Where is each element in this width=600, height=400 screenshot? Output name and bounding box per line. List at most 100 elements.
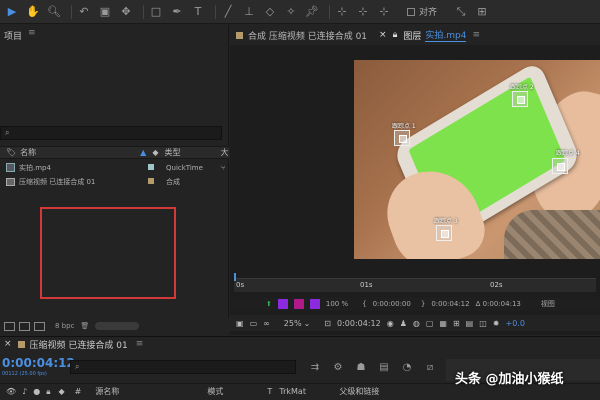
- project-search-input[interactable]: ⌕: [0, 126, 222, 140]
- monitor-icon[interactable]: ▭: [250, 319, 258, 328]
- region-icon[interactable]: ▢: [426, 319, 434, 328]
- column-parent[interactable]: 父级和链接: [339, 386, 379, 397]
- snap-checkbox[interactable]: 对齐: [407, 5, 437, 18]
- thumbnail-slider[interactable]: [95, 322, 140, 330]
- sort-arrow-icon[interactable]: ▲: [140, 148, 146, 157]
- layer-time-ruler[interactable]: 0s 01s 02s: [234, 273, 596, 292]
- comp-flow-icon[interactable]: ⇉: [308, 360, 322, 374]
- shy-icon[interactable]: ☗: [354, 360, 368, 374]
- purple-marker[interactable]: [309, 299, 320, 309]
- playhead[interactable]: [234, 273, 236, 281]
- current-time-display[interactable]: 0:00:04:12: [337, 319, 381, 328]
- mask-icon[interactable]: ▤: [466, 319, 474, 328]
- chevron-down-icon[interactable]: ⌄: [304, 319, 311, 328]
- local-axis-icon[interactable]: ⊹: [334, 4, 350, 20]
- interpret-footage-icon[interactable]: [4, 321, 15, 331]
- selection-tool-icon[interactable]: ▶: [4, 4, 20, 20]
- view-axis-icon[interactable]: ⊹: [376, 4, 392, 20]
- view-label[interactable]: 视图: [541, 299, 555, 309]
- 3d-icon[interactable]: ◫: [479, 319, 487, 328]
- list-item[interactable]: 实拍.mp4 QuickTime ⑂: [0, 161, 229, 174]
- label-swatch: [148, 164, 154, 170]
- panel-menu-icon[interactable]: ≡: [28, 28, 36, 38]
- panel-menu-icon[interactable]: ≡: [472, 30, 480, 40]
- track-point-2[interactable]: [512, 91, 528, 107]
- out-point-icon[interactable]: }: [421, 300, 425, 308]
- roto-brush-tool-icon[interactable]: ✧: [283, 4, 299, 20]
- track-point-4[interactable]: [552, 158, 568, 174]
- guides-icon[interactable]: ⊞: [453, 319, 460, 328]
- ruler-tick: 02s: [490, 281, 503, 289]
- magenta-marker[interactable]: [293, 299, 304, 309]
- footage-preview[interactable]: 跟踪点 1 跟踪点 2 跟踪点 3 跟踪点 4: [354, 60, 600, 259]
- in-point-icon[interactable]: ⬆: [266, 300, 272, 308]
- transparency-grid-icon[interactable]: ▦: [439, 319, 447, 328]
- draft-3d-icon[interactable]: ⚙: [331, 360, 345, 374]
- motion-blur-icon[interactable]: ◔: [400, 360, 414, 374]
- zoom-tool-icon[interactable]: 🔍︎: [46, 4, 62, 20]
- frame-blend-icon[interactable]: ▤: [377, 360, 391, 374]
- camera-tool-icon[interactable]: ▣: [97, 4, 113, 20]
- out-time[interactable]: 0:00:04:12: [431, 300, 469, 308]
- snap-features-icon[interactable]: ⊞: [474, 4, 490, 20]
- pen-tool-icon[interactable]: ✒: [169, 4, 185, 20]
- tag-icon: ◆: [152, 148, 159, 157]
- project-panel-title[interactable]: 项目: [4, 29, 22, 42]
- panel-menu-icon[interactable]: ≡: [136, 339, 144, 349]
- column-mode[interactable]: 模式: [207, 386, 267, 397]
- track-point-3[interactable]: [436, 225, 452, 241]
- in-time[interactable]: 0:00:00:00: [373, 300, 411, 308]
- close-icon[interactable]: ×: [379, 30, 387, 40]
- snap-edges-icon[interactable]: ⤡: [453, 4, 469, 20]
- eraser-tool-icon[interactable]: ◇: [262, 4, 278, 20]
- tab-layer[interactable]: × 🔒︎ 图层 实拍.mp4 ≡: [373, 25, 486, 45]
- clone-stamp-tool-icon[interactable]: ⊥: [241, 4, 257, 20]
- timeline-search-input[interactable]: ⌕: [70, 360, 296, 374]
- flowchart-icon[interactable]: ⑂: [221, 164, 225, 172]
- purple-marker[interactable]: [277, 299, 288, 309]
- rotate-tool-icon[interactable]: ↶: [76, 4, 92, 20]
- pan-behind-tool-icon[interactable]: ✥: [118, 4, 134, 20]
- list-item[interactable]: 压缩视频 已连接合成 01 合成: [0, 175, 229, 188]
- column-trkmat[interactable]: TrkMat: [279, 387, 339, 396]
- close-icon[interactable]: ×: [4, 339, 12, 349]
- trash-icon[interactable]: 🗑︎: [80, 322, 89, 330]
- lock-icon[interactable]: 🔒︎: [393, 30, 398, 40]
- rectangle-tool-icon[interactable]: □: [148, 4, 164, 20]
- checkbox-box[interactable]: [407, 7, 415, 16]
- puppet-tool-icon[interactable]: 📌︎: [304, 4, 320, 20]
- always-preview-icon[interactable]: ▣: [236, 319, 244, 328]
- bracket-icon[interactable]: {: [362, 300, 366, 308]
- hand-tool-icon[interactable]: ✋: [25, 4, 41, 20]
- gear-icon[interactable]: ✹: [493, 319, 500, 328]
- column-type[interactable]: 类型: [164, 147, 220, 158]
- project-footer: 8 bpc 🗑︎: [0, 318, 229, 334]
- world-axis-icon[interactable]: ⊹: [355, 4, 371, 20]
- divider: [143, 4, 144, 19]
- column-t[interactable]: T: [267, 387, 279, 396]
- tab-composition[interactable]: 合成 压缩视频 已连接合成 01: [230, 25, 373, 45]
- track-point-1[interactable]: [394, 130, 410, 146]
- type-tool-icon[interactable]: T: [190, 4, 206, 20]
- zoom-percent[interactable]: 100 %: [326, 300, 348, 308]
- number-icon: #: [74, 387, 82, 396]
- new-folder-icon[interactable]: [19, 321, 30, 331]
- column-size[interactable]: 大: [220, 147, 228, 158]
- column-source-name[interactable]: 源名称: [95, 386, 207, 397]
- channels-icon[interactable]: ◍: [413, 319, 420, 328]
- vr-icon[interactable]: ∞: [263, 319, 270, 328]
- snapshot-icon[interactable]: ◉: [387, 319, 394, 328]
- viewer-tab-bar: 合成 压缩视频 已连接合成 01 × 🔒︎ 图层 实拍.mp4 ≡: [230, 25, 600, 45]
- brush-tool-icon[interactable]: ╱: [220, 4, 236, 20]
- column-name[interactable]: 名称: [20, 147, 140, 158]
- bit-depth-label[interactable]: 8 bpc: [55, 322, 74, 330]
- exposure-value[interactable]: +0.0: [506, 319, 525, 328]
- toolbar: ▶ ✋ 🔍︎ ↶ ▣ ✥ □ ✒ T ╱ ⊥ ◇ ✧ 📌︎ ⊹ ⊹ ⊹ 对齐 ⤡…: [0, 0, 600, 24]
- timeline-current-time[interactable]: 0:00:04:12: [2, 356, 75, 370]
- show-snapshot-icon[interactable]: ♟: [400, 319, 407, 328]
- fit-icon[interactable]: ⊡: [324, 319, 331, 328]
- new-comp-icon[interactable]: [34, 321, 45, 331]
- zoom-dropdown[interactable]: 25%: [284, 319, 302, 328]
- timeline-tab-label[interactable]: 压缩视频 已连接合成 01: [30, 338, 128, 351]
- graph-editor-icon[interactable]: ⧄: [423, 360, 437, 374]
